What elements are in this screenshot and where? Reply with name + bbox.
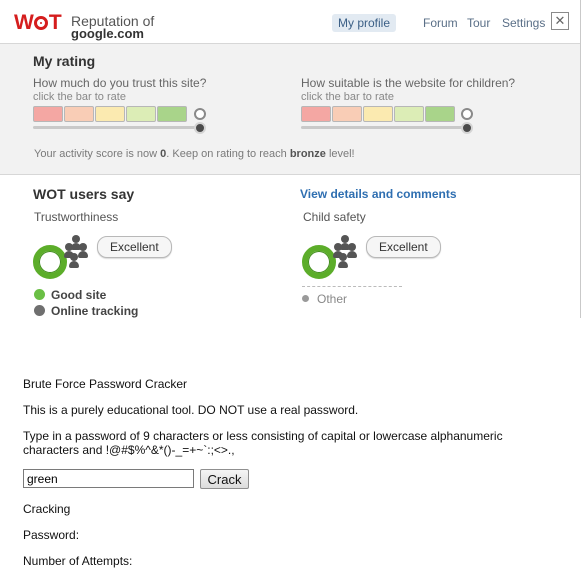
my-rating-heading: My rating — [33, 53, 96, 69]
activity-suffix: level! — [328, 148, 355, 160]
other-dot-icon — [302, 295, 309, 302]
trust-bar-segment[interactable] — [157, 106, 187, 122]
page-title: Brute Force Password Cracker — [23, 377, 188, 391]
instructions-line-2: characters and !@#$%^&*()-_=+~`:;<>., — [23, 443, 235, 457]
trust-bar-segment[interactable] — [95, 106, 125, 122]
users-say-heading: WOT users say — [33, 186, 135, 202]
child-slider-track[interactable] — [301, 126, 471, 129]
child-bar-segment[interactable] — [363, 106, 393, 122]
child-hint: click the bar to rate — [301, 91, 394, 103]
cracking-label: Cracking — [23, 502, 71, 516]
activity-level: bronze — [289, 148, 326, 160]
wot-logo[interactable]: WT — [14, 11, 62, 35]
legend-other: Other — [317, 292, 348, 306]
trust-hint: click the bar to rate — [33, 91, 126, 103]
instructions-line-1: Type in a password of 9 characters or le… — [23, 429, 503, 443]
wot-header: WT Reputation of google.com My profile F… — [0, 0, 580, 44]
child-rating-bar[interactable] — [301, 106, 456, 122]
trust-slider-handle[interactable] — [194, 108, 206, 120]
legend-good-site: Good site — [51, 288, 107, 302]
activity-prefix: Your activity score is now — [34, 148, 158, 160]
child-rating-bubble: Excellent — [366, 236, 441, 258]
trust-bar-segment[interactable] — [33, 106, 63, 122]
nav-tour[interactable]: Tour — [467, 16, 490, 30]
crack-button[interactable]: Crack — [200, 469, 249, 489]
trust-rating-bubble: Excellent — [97, 236, 172, 258]
trust-bar-segment[interactable] — [64, 106, 94, 122]
activity-middle: . Keep on rating to reach — [166, 148, 287, 160]
users-group-icon — [331, 235, 361, 268]
users-group-icon — [62, 235, 92, 268]
trust-rating-bar[interactable] — [33, 106, 188, 122]
attempts-label: Number of Attempts: — [23, 554, 133, 568]
close-icon[interactable]: ✕ — [551, 12, 569, 30]
warning-text: This is a purely educational tool. DO NO… — [23, 403, 359, 417]
password-input[interactable] — [23, 469, 194, 488]
nav-my-profile[interactable]: My profile — [332, 14, 397, 32]
password-result-label: Password: — [23, 528, 80, 542]
trust-slider-knob[interactable] — [194, 122, 206, 134]
child-bar-segment[interactable] — [301, 106, 331, 122]
child-legend-divider — [302, 286, 402, 288]
child-safety-label: Child safety — [303, 210, 366, 224]
nav-forum[interactable]: Forum — [423, 16, 458, 30]
child-slider-handle[interactable] — [461, 108, 473, 120]
wot-panel: WT Reputation of google.com My profile F… — [0, 0, 581, 318]
trust-slider-track[interactable] — [33, 126, 203, 129]
child-slider-knob[interactable] — [461, 122, 473, 134]
site-name: google.com — [71, 26, 144, 41]
view-details-link[interactable]: View details and comments — [300, 187, 457, 201]
child-bar-segment[interactable] — [332, 106, 362, 122]
good-site-dot-icon — [34, 289, 45, 300]
trust-question: How much do you trust this site? — [33, 76, 207, 90]
child-question: How suitable is the website for children… — [301, 76, 516, 90]
nav-settings[interactable]: Settings — [502, 16, 545, 30]
my-rating-section: My rating How much do you trust this sit… — [0, 44, 580, 175]
child-bar-segment[interactable] — [394, 106, 424, 122]
child-bar-segment[interactable] — [425, 106, 455, 122]
trust-bar-segment[interactable] — [126, 106, 156, 122]
activity-score-text: Your activity score is now 0. Keep on ra… — [34, 148, 355, 160]
online-tracking-dot-icon — [34, 305, 45, 316]
legend-online-tracking: Online tracking — [51, 304, 139, 318]
trustworthiness-label: Trustworthiness — [34, 210, 119, 224]
